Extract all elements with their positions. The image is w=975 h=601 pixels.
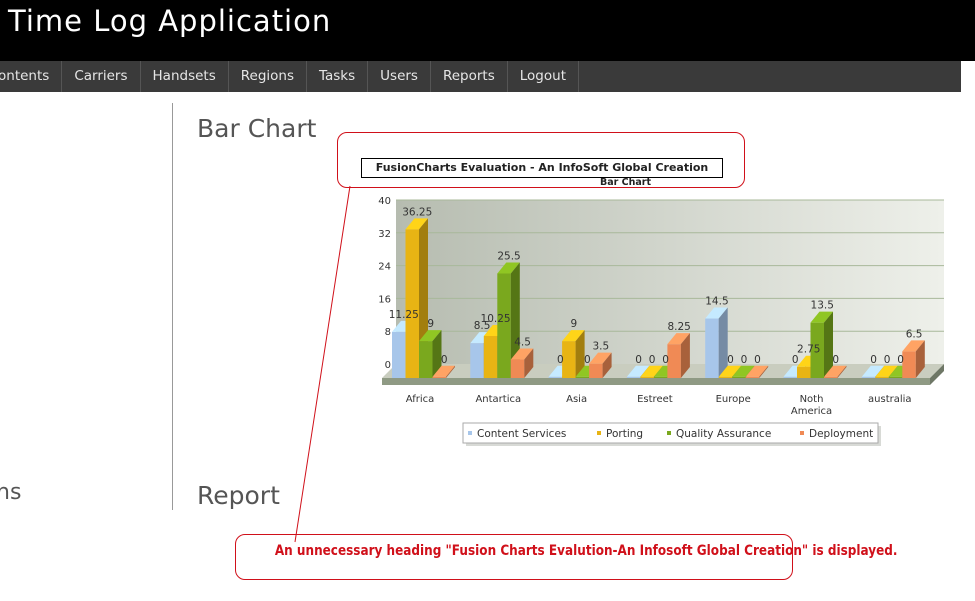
y-tick-label: 24: [378, 262, 391, 273]
y-tick-label: 16: [378, 294, 391, 305]
data-label: 0: [741, 354, 748, 366]
data-label: 9: [571, 318, 578, 330]
x-tick-label: Noth: [800, 394, 824, 405]
annotation-pointer-line: [294, 185, 351, 543]
chart-floor-front: [382, 378, 930, 385]
bar-front: [797, 366, 811, 378]
y-tick-label: 32: [378, 229, 391, 240]
bar-front: [589, 363, 603, 378]
bar-front: [392, 331, 406, 378]
bar-front: [626, 376, 641, 378]
data-label: 0: [441, 354, 448, 366]
bar-front: [653, 376, 668, 378]
bar-front: [432, 376, 446, 378]
bar-front: [718, 376, 733, 378]
bar-front: [861, 376, 876, 378]
x-tick-label: Asia: [566, 394, 587, 405]
data-label: 0: [832, 354, 839, 366]
legend-label: Deployment: [809, 428, 873, 440]
x-tick-label: America: [791, 406, 832, 417]
annotation-text: An unnecessary heading "Fusion Charts Ev…: [274, 543, 898, 559]
legend-swatch: [667, 431, 671, 435]
bar-front: [562, 341, 576, 378]
bar-front: [548, 376, 563, 378]
bar-front: [667, 344, 681, 378]
legend-swatch: [597, 431, 601, 435]
bar-front: [497, 273, 511, 378]
data-label: 0: [557, 354, 564, 366]
data-label: 25.5: [497, 250, 520, 262]
data-label: 10.25: [481, 313, 511, 325]
bar-front: [705, 318, 719, 378]
bar-front: [732, 376, 746, 378]
data-label: 0: [870, 354, 877, 366]
data-label: 3.5: [592, 341, 609, 353]
bar-front: [888, 376, 903, 378]
data-label: 13.5: [811, 300, 834, 312]
x-tick-label: Africa: [406, 394, 435, 405]
bar-chart: 081624324011.2536.2590Africa8.510.2525.5…: [294, 185, 944, 543]
bar-front: [824, 376, 838, 378]
y-tick-label: 0: [385, 360, 391, 371]
data-label: 0: [727, 354, 734, 366]
bar-front: [783, 376, 797, 378]
data-label: 14.5: [705, 296, 728, 308]
bar-front: [640, 376, 654, 378]
data-label: 0: [649, 354, 656, 366]
bar-side: [718, 307, 728, 378]
legend-swatch: [800, 431, 804, 435]
x-tick-label: Antartica: [475, 394, 521, 405]
x-tick-label: Europe: [716, 394, 751, 405]
legend-swatch: [468, 431, 472, 435]
bar-front: [575, 376, 590, 378]
data-label: 11.25: [389, 309, 419, 321]
data-label: 0: [635, 354, 642, 366]
bar-front: [470, 343, 484, 378]
y-tick-label: 8: [385, 327, 391, 338]
data-label: 0: [897, 354, 904, 366]
data-label: 4.5: [514, 337, 531, 349]
legend-label: Quality Assurance: [676, 428, 771, 440]
bar-front: [902, 351, 916, 378]
data-label: 0: [662, 354, 669, 366]
data-label: 0: [754, 354, 761, 366]
bar-front: [510, 359, 525, 378]
data-label: 6.5: [906, 328, 923, 340]
data-label: 8.25: [667, 321, 690, 333]
legend-label: Content Services: [477, 428, 566, 440]
legend-label: Porting: [606, 428, 643, 440]
y-tick-label: 40: [378, 196, 391, 207]
data-label: 0: [884, 354, 891, 366]
bar-front: [745, 376, 760, 378]
data-label: 2.75: [797, 344, 820, 356]
bar-front: [483, 335, 498, 378]
data-label: 36.25: [402, 206, 432, 218]
x-tick-label: australia: [868, 394, 912, 405]
bar-front: [875, 376, 889, 378]
data-label: 0: [584, 354, 591, 366]
data-label: 9: [427, 318, 434, 330]
x-tick-label: Estreet: [637, 394, 673, 405]
bar-front: [405, 229, 419, 378]
bar-front: [419, 341, 433, 378]
